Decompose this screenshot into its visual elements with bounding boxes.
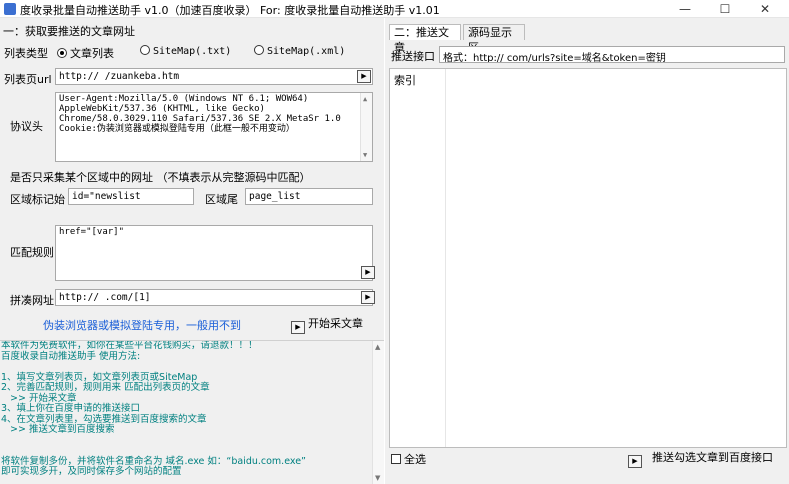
right-panel: 二：推送文章 源码显示区 推送接口 格式：http:// com/urls?si… <box>385 18 789 484</box>
push-api-label: 推送接口 <box>391 50 435 63</box>
instructions-scrollbar[interactable]: ▲ ▼ <box>372 341 384 484</box>
window-title: 度收录批量自动推送助手 v1.0（加速百度收录） For: 度收录批量自动推送助… <box>20 4 440 17</box>
app-icon <box>4 3 16 15</box>
checkbox-icon <box>391 454 401 464</box>
fetch-list-button[interactable]: ▶ <box>357 70 371 83</box>
list-type-label: 列表类型 <box>4 47 48 60</box>
index-column-header[interactable]: 索引 <box>394 72 416 88</box>
play-icon: ▶ <box>361 72 367 80</box>
article-list[interactable]: 索引 <box>389 68 787 448</box>
protocol-label: 协议头 <box>10 120 43 133</box>
region-start-label: 区域标记始 <box>10 193 65 206</box>
maximize-button[interactable]: ☐ <box>705 0 745 18</box>
push-api-input[interactable]: 格式：http:// com/urls?site=域名&token=密钥 <box>439 46 785 63</box>
close-button[interactable]: ✕ <box>745 0 785 18</box>
radio-sitemap-txt[interactable]: SiteMap(.txt) <box>140 45 231 57</box>
test-concat-button[interactable]: ▶ <box>361 291 375 304</box>
radio-checked-icon <box>57 48 67 58</box>
instructions-text: 本软件为免费软件，如你在某些平台花钱购买，请退款！！！ 百度收录自动推送助手 使… <box>0 340 384 484</box>
start-collect-button[interactable]: ▶ 开始采文章 <box>291 315 363 334</box>
list-url-label: 列表页url <box>4 73 52 86</box>
left-panel: 一：获取要推送的文章网址 列表类型 文章列表 SiteMap(.txt) Sit… <box>0 18 384 484</box>
title-bar: 度收录批量自动推送助手 v1.0（加速百度收录） For: 度收录批量自动推送助… <box>0 0 789 18</box>
play-icon: ▶ <box>365 293 371 301</box>
match-rule-label: 匹配规则 <box>10 246 54 259</box>
tab-push-articles[interactable]: 二：推送文章 <box>389 24 461 54</box>
push-selected-button[interactable]: ▶ 推送勾选文章到百度接口 <box>628 449 773 468</box>
section-title: 一：获取要推送的文章网址 <box>3 25 135 38</box>
play-icon: ▶ <box>291 321 305 334</box>
protocol-header-textarea[interactable]: User-Agent:Mozilla/5.0 (Windows NT 6.1; … <box>55 92 373 162</box>
minimize-button[interactable]: — <box>665 0 705 18</box>
play-icon: ▶ <box>365 268 371 276</box>
region-end-label: 区域尾 <box>205 193 238 206</box>
list-url-input[interactable]: http:// /zuankeba.htm <box>55 68 373 85</box>
region-end-input[interactable]: page_list <box>245 188 373 205</box>
radio-empty-icon <box>140 45 150 55</box>
region-question: 是否只采集某个区域中的网址 （不填表示从完整源码中匹配） <box>10 171 311 184</box>
play-icon: ▶ <box>628 455 642 468</box>
tab-source-display[interactable]: 源码显示区 <box>463 24 525 54</box>
radio-sitemap-xml[interactable]: SiteMap(.xml) <box>254 45 345 57</box>
concat-url-label: 拼凑网址 <box>10 294 54 307</box>
select-all-checkbox[interactable]: 全选 <box>391 451 426 467</box>
radio-article-list[interactable]: 文章列表 <box>57 45 114 61</box>
index-column: 索引 <box>390 69 446 447</box>
concat-url-input[interactable]: http:// .com/[1] <box>55 289 373 306</box>
test-match-button[interactable]: ▶ <box>361 266 375 279</box>
protocol-scrollbar[interactable]: ▲ ▼ <box>360 93 372 161</box>
match-rule-textarea[interactable]: href="[var]" <box>55 225 373 281</box>
radio-empty-icon <box>254 45 264 55</box>
login-hint-link[interactable]: 伪装浏览器或模拟登陆专用，一般用不到 <box>43 317 241 333</box>
region-start-input[interactable]: id="newslist <box>68 188 194 205</box>
